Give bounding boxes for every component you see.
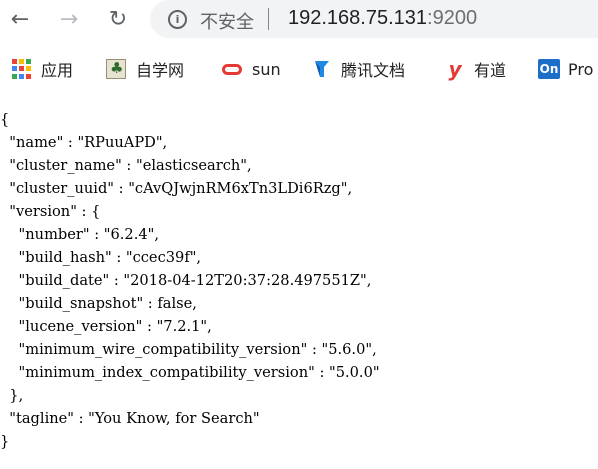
json-line: "cluster_uuid" : "cAvQJwjnRM6xTn3LDi6Rzg… [0,180,353,197]
bookmark-label: 腾讯文档 [341,61,406,80]
zixue-icon [106,59,126,79]
apps-grid-square [12,59,17,64]
apps-grid-square [12,66,17,72]
back-arrow-icon[interactable]: ← [6,6,34,34]
apps-grid-square [19,66,24,72]
info-icon[interactable]: i [168,10,187,29]
bookmark-zixue[interactable]: 自学网 [106,58,184,80]
bookmark-sun[interactable]: sun [222,58,281,80]
bookmark-tencent-docs[interactable]: 腾讯文档 [313,58,405,80]
json-response-body: { "name" : "RPuuAPD", "cluster_name" : "… [0,108,380,453]
url-port: :9200 [427,7,478,29]
youdao-icon: y [448,57,462,81]
apps-grid-square [19,73,24,79]
apps-grid-square [26,66,31,72]
reload-icon[interactable]: ↻ [104,6,132,34]
url-host: 192.168.75.131 [288,7,428,29]
json-line: "build_date" : "2018-04-12T20:37:28.4975… [0,272,372,289]
apps-grid-icon [12,59,31,79]
red-ring-icon [222,64,242,75]
address-separator [268,8,269,30]
json-line: "cluster_name" : "elasticsearch", [0,157,252,174]
json-line: "minimum_wire_compatibility_version" : "… [0,341,377,358]
browser-toolbar: ← → ↻ i 不安全 192.168.75.131:9200 [0,0,598,40]
json-line: "name" : "RPuuAPD", [0,134,168,151]
on-icon: On [538,59,560,79]
json-line: "lucene_version" : "7.2.1", [0,318,212,335]
json-line: "minimum_index_compatibility_version" : … [0,364,380,381]
apps-grid-square [26,73,31,79]
json-line: "build_hash" : "ccec39f", [0,249,202,266]
json-line: { [0,111,10,128]
json-line: "build_snapshot" : false, [0,295,197,312]
json-line: "number" : "6.2.4", [0,226,159,243]
bookmark-label: sun [252,59,281,79]
apps-grid-square [12,73,17,79]
url-text[interactable]: 192.168.75.131:9200 [288,7,477,30]
address-bar[interactable]: i 不安全 192.168.75.131:9200 [150,0,598,38]
forward-arrow-icon[interactable]: → [55,6,83,34]
bookmark-label: 自学网 [136,61,185,80]
bookmarks-bar: 应用 自学网 sun 腾讯文档 y 有道 On Pro [0,48,598,88]
bookmark-youdao[interactable]: y 有道 [446,58,506,80]
json-line: }, [0,387,24,404]
bookmark-label: 有道 [474,61,507,80]
tencent-docs-icon [313,59,331,79]
apps-grid-square [26,59,31,64]
security-label[interactable]: 不安全 [200,8,254,34]
bookmark-pro[interactable]: On Pro [538,58,593,80]
json-line: "tagline" : "You Know, for Search" [0,410,260,427]
bookmark-apps[interactable]: 应用 [12,58,73,80]
json-line: } [0,433,10,450]
json-line: "version" : { [0,203,101,220]
bookmark-label: Pro [568,59,594,79]
bookmark-label: 应用 [41,61,74,80]
apps-grid-square [19,59,24,64]
